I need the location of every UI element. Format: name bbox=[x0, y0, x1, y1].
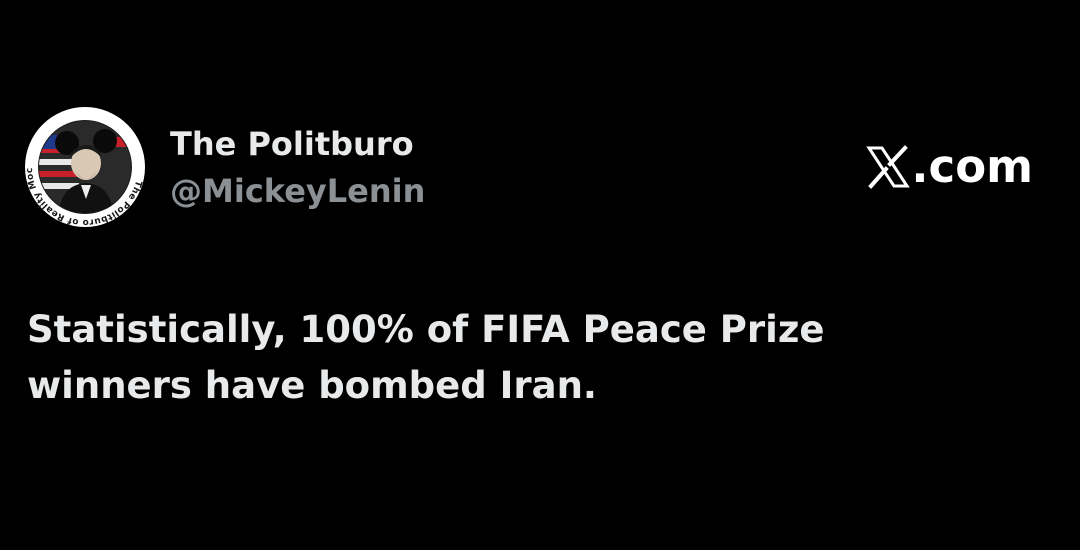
post-card: The Politburo of Reality Mockery The Pol… bbox=[0, 0, 1080, 550]
user-handle[interactable]: @MickeyLenin bbox=[170, 171, 425, 211]
site-branding: .com bbox=[866, 142, 1033, 192]
post-text-line: Statistically, 100% of FIFA Peace Prize bbox=[27, 308, 825, 351]
post-text-line: winners have bombed Iran. bbox=[27, 364, 597, 407]
display-name[interactable]: The Politburo bbox=[170, 124, 425, 164]
avatar-image: The Politburo of Reality Mockery bbox=[25, 107, 143, 227]
x-logo-icon bbox=[866, 145, 911, 189]
author-names: The Politburo @MickeyLenin bbox=[170, 124, 425, 211]
site-domain: .com bbox=[911, 140, 1033, 193]
post-text: Statistically, 100% of FIFA Peace Prize … bbox=[27, 302, 1027, 414]
avatar[interactable]: The Politburo of Reality Mockery bbox=[25, 107, 145, 227]
